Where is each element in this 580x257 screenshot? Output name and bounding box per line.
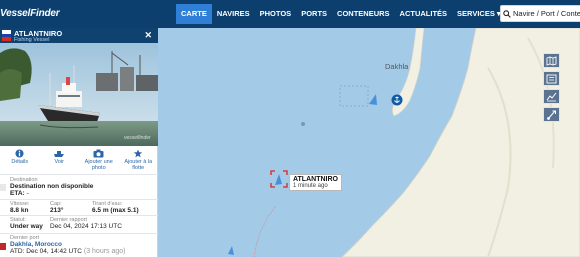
add-photo-button[interactable]: Ajouter une photo: [79, 148, 119, 174]
course-value: 213°: [50, 207, 64, 214]
vessel-panel: ATLANTNIRO Fishing Vessel ✕ vesselfinder…: [0, 28, 158, 257]
dakhla-label: Dakhla: [385, 62, 409, 71]
status-report-row: Statut: Under way Dernier rapport Dec 04…: [0, 215, 158, 233]
search-icon: [503, 9, 511, 18]
map-controls: [543, 53, 561, 125]
vessel-photo[interactable]: vesselfinder: [0, 43, 158, 146]
nav-carte[interactable]: CARTE: [176, 4, 212, 24]
ship-icon: [54, 151, 65, 157]
close-panel-button[interactable]: ✕: [144, 30, 152, 41]
legend-button[interactable]: [543, 71, 560, 86]
morocco-flag-icon: [0, 243, 6, 250]
vessel-actions: Détails Voir Ajouter une photo Ajouter à…: [0, 148, 158, 174]
info-icon: [15, 149, 24, 158]
last-report-value: Dec 04, 2024 17:13 UTC: [50, 223, 122, 230]
destination-flag-icon: [0, 184, 6, 191]
vesselfinder-logo[interactable]: VesselFinder: [0, 8, 60, 19]
map-layers-button[interactable]: [543, 53, 560, 68]
russia-flag-icon: [2, 30, 11, 41]
photo-watermark: vesselfinder: [124, 135, 151, 141]
nav-photos[interactable]: PHOTOS: [255, 4, 297, 24]
vessel-photo-image: [0, 43, 158, 146]
star-icon: [134, 149, 143, 158]
last-port-link[interactable]: Dakhla, Morocco: [10, 241, 126, 248]
route-button[interactable]: [543, 107, 560, 122]
nav-actualites[interactable]: ACTUALITÉS: [395, 4, 453, 24]
speed-value: 8.8 kn: [10, 207, 29, 214]
draught-value: 6.5 m (max 5.1): [92, 207, 139, 214]
weather-button[interactable]: [543, 89, 560, 104]
vessel-panel-header: ATLANTNIRO Fishing Vessel ✕: [0, 28, 158, 43]
add-to-fleet-button[interactable]: Ajouter à la flotte: [119, 148, 159, 174]
main-menu: CARTE NAVIRES PHOTOS PORTS CONTENEURS AC…: [176, 4, 506, 24]
search-box[interactable]: [500, 5, 580, 22]
last-port-row: Dernier port Dakhla, Morocco ATD: Dec 04…: [0, 233, 158, 257]
map-layers-icon: [546, 55, 557, 66]
legend-icon: [546, 74, 557, 83]
speed-course-row: Vitesse: 8.8 kn Cap: 213° Tirant d'eau: …: [0, 199, 158, 215]
nav-conteneurs[interactable]: CONTENEURS: [332, 4, 395, 24]
weather-icon: [546, 92, 557, 101]
nav-ports[interactable]: PORTS: [296, 4, 332, 24]
nav-navires[interactable]: NAVIRES: [212, 4, 255, 24]
status-value: Under way: [10, 223, 43, 230]
map-canvas: [158, 28, 580, 257]
vessel-map-label[interactable]: ATLANTNIRO 1 minute ago: [289, 174, 342, 191]
route-icon: [547, 110, 556, 120]
top-navigation-bar: VesselFinder CARTE NAVIRES PHOTOS PORTS …: [0, 0, 580, 28]
search-input[interactable]: [513, 9, 580, 18]
map-view[interactable]: Dakhla ATLANTNIRO 1 minute ago: [158, 28, 580, 257]
view-button[interactable]: Voir: [40, 148, 80, 174]
destination-value: Destination non disponible: [10, 183, 94, 190]
nav-services[interactable]: SERVICES ▾: [452, 4, 506, 24]
destination-row: Destination Destination non disponible E…: [0, 174, 158, 199]
camera-icon: [93, 149, 104, 158]
details-button[interactable]: Détails: [0, 148, 40, 174]
